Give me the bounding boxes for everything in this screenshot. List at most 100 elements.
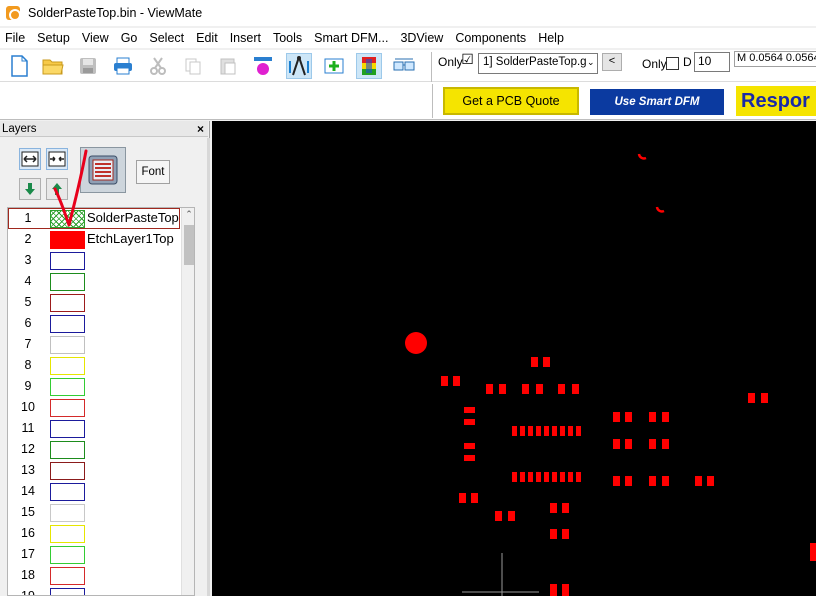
layer-row[interactable]: 8 bbox=[8, 355, 180, 376]
layer-row[interactable]: 14 bbox=[8, 481, 180, 502]
layer-row[interactable]: 13 bbox=[8, 460, 180, 481]
layer-row[interactable]: 17 bbox=[8, 544, 180, 565]
pcb-pad bbox=[568, 426, 573, 436]
pcb-pad bbox=[695, 476, 702, 486]
3d-glasses-icon[interactable] bbox=[391, 53, 417, 79]
menu-tools[interactable]: Tools bbox=[268, 31, 307, 45]
pcb-pad bbox=[495, 511, 502, 521]
save-icon[interactable] bbox=[75, 53, 101, 79]
layer-row[interactable]: 6 bbox=[8, 313, 180, 334]
get-pcb-quote-button[interactable]: Get a PCB Quote bbox=[443, 87, 579, 115]
layer-list-scrollbar[interactable]: ⌃ bbox=[181, 208, 194, 595]
layer-row[interactable]: 15 bbox=[8, 502, 180, 523]
pcb-pad bbox=[520, 472, 525, 482]
pcb-pad bbox=[499, 384, 506, 394]
flash-pad-icon[interactable] bbox=[250, 53, 276, 79]
layer-color-swatch[interactable] bbox=[50, 567, 85, 585]
layer-row[interactable]: 3 bbox=[8, 250, 180, 271]
layer-dropdown[interactable]: 1] SolderPasteTop.g bbox=[478, 53, 598, 74]
layer-color-swatch[interactable] bbox=[50, 336, 85, 354]
layer-row[interactable]: 18 bbox=[8, 565, 180, 586]
pcb-pad bbox=[761, 393, 768, 403]
menu-edit[interactable]: Edit bbox=[191, 31, 223, 45]
pcb-pad bbox=[471, 493, 478, 503]
layer-color-swatch[interactable] bbox=[50, 378, 85, 396]
pcb-pad bbox=[531, 357, 538, 367]
only-label-2: Only bbox=[642, 57, 667, 71]
pcb-pad bbox=[625, 476, 632, 486]
paste-icon[interactable] bbox=[215, 53, 241, 79]
pcb-pad bbox=[508, 511, 515, 521]
layer-row[interactable]: 9 bbox=[8, 376, 180, 397]
pcb-pad bbox=[576, 472, 581, 482]
layer-color-swatch[interactable] bbox=[50, 462, 85, 480]
respond-button[interactable]: Respor bbox=[736, 86, 816, 116]
measure-icon[interactable] bbox=[286, 53, 312, 79]
layer-row[interactable]: 11 bbox=[8, 418, 180, 439]
layer-number: 8 bbox=[24, 358, 32, 372]
layer-color-swatch[interactable] bbox=[50, 399, 85, 417]
layer-list[interactable]: 19 18 17 16 15 14 13 12 11 10 9 8 7 6 5 4 3 2 EtchLayer1To… bbox=[7, 207, 195, 596]
layer-color-swatch[interactable] bbox=[50, 441, 85, 459]
coordinate-readout: M 0.0564 0.0564 bbox=[734, 51, 816, 67]
menu-insert[interactable]: Insert bbox=[225, 31, 266, 45]
layer-number: 7 bbox=[24, 337, 32, 351]
layer-color-swatch[interactable] bbox=[50, 273, 85, 291]
pcb-pad bbox=[550, 529, 557, 539]
print-icon[interactable] bbox=[110, 53, 136, 79]
layer-row[interactable]: 16 bbox=[8, 523, 180, 544]
menu-3dview[interactable]: 3DView bbox=[395, 31, 448, 45]
use-smart-dfm-button[interactable]: Use Smart DFM bbox=[590, 89, 724, 115]
pcb-pad bbox=[464, 419, 475, 425]
add-layer-icon[interactable] bbox=[321, 53, 347, 79]
pcb-pad bbox=[486, 384, 493, 394]
pcb-pad bbox=[662, 412, 669, 422]
pcb-pad bbox=[464, 455, 475, 461]
layer-color-swatch[interactable] bbox=[50, 525, 85, 543]
open-folder-icon[interactable] bbox=[40, 53, 66, 79]
layer-color-swatch[interactable] bbox=[50, 483, 85, 501]
layer-color-swatch[interactable] bbox=[50, 420, 85, 438]
menu-select[interactable]: Select bbox=[144, 31, 189, 45]
layer-color-swatch[interactable] bbox=[50, 357, 85, 375]
new-file-icon[interactable] bbox=[6, 53, 32, 79]
pcb-pad bbox=[464, 407, 475, 413]
layer-number: 10 bbox=[21, 400, 35, 414]
menu-file[interactable]: File bbox=[0, 31, 30, 45]
pcb-pad bbox=[441, 376, 448, 386]
menu-help[interactable]: Help bbox=[533, 31, 569, 45]
cut-icon[interactable] bbox=[145, 53, 171, 79]
pcb-pad bbox=[522, 384, 529, 394]
pcb-canvas[interactable] bbox=[212, 121, 816, 596]
pcb-pad bbox=[459, 493, 466, 503]
menu-components[interactable]: Components bbox=[450, 31, 531, 45]
layer-row[interactable]: 4 bbox=[8, 271, 180, 292]
menu-smart-dfm[interactable]: Smart DFM... bbox=[309, 31, 393, 45]
layer-row[interactable]: 19 bbox=[8, 586, 180, 595]
pcb-pad bbox=[625, 439, 632, 449]
layer-color-swatch[interactable] bbox=[50, 588, 85, 595]
layer-color-swatch[interactable] bbox=[50, 504, 85, 522]
layer-row[interactable]: 7 bbox=[8, 334, 180, 355]
menu-view[interactable]: View bbox=[77, 31, 114, 45]
layer-row[interactable]: 5 bbox=[8, 292, 180, 313]
only-checkbox[interactable]: ☑ bbox=[461, 52, 474, 67]
layer-color-swatch[interactable] bbox=[50, 546, 85, 564]
layer-row[interactable]: 12 bbox=[8, 439, 180, 460]
layer-color-swatch[interactable] bbox=[50, 315, 85, 333]
prev-layer-button[interactable]: < bbox=[602, 53, 622, 71]
pcb-pad bbox=[512, 472, 517, 482]
layer-color-swatch[interactable] bbox=[50, 294, 85, 312]
copy-icon[interactable] bbox=[180, 53, 206, 79]
layer-colors-icon[interactable] bbox=[356, 53, 382, 79]
layer-color-swatch[interactable] bbox=[50, 252, 85, 270]
pcb-pad bbox=[512, 426, 517, 436]
only-checkbox-2[interactable] bbox=[666, 57, 679, 70]
menu-go[interactable]: Go bbox=[116, 31, 143, 45]
layer-row[interactable]: 10 bbox=[8, 397, 180, 418]
menu-setup[interactable]: Setup bbox=[32, 31, 75, 45]
d-value-input[interactable]: 10 bbox=[694, 52, 730, 72]
pcb-pad bbox=[550, 503, 557, 513]
pcb-pad bbox=[552, 472, 557, 482]
pcb-pad bbox=[649, 476, 656, 486]
